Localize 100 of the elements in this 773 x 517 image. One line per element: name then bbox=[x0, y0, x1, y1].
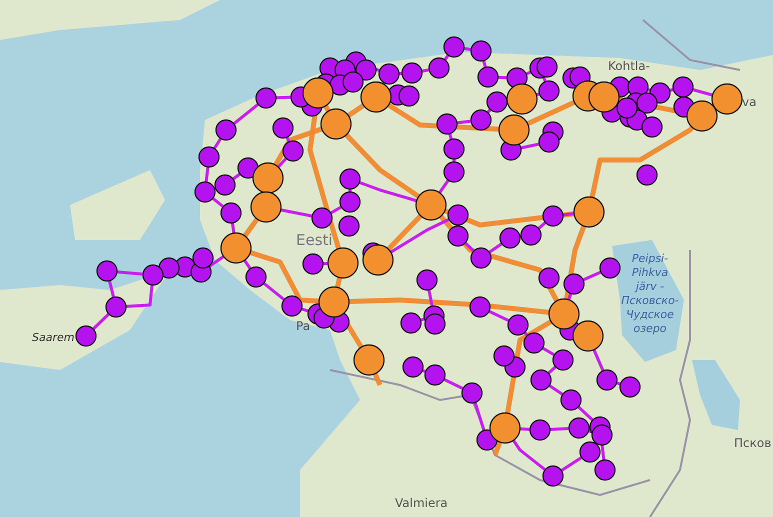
place-label: Псков bbox=[734, 436, 772, 450]
stop-marker bbox=[311, 207, 333, 229]
stop-marker bbox=[355, 59, 377, 81]
stop-marker bbox=[378, 63, 400, 85]
stop-marker bbox=[214, 174, 236, 196]
hub-marker bbox=[506, 83, 538, 115]
hub-marker bbox=[320, 108, 352, 140]
stop-marker bbox=[424, 313, 446, 335]
stop-marker bbox=[568, 417, 590, 439]
stop-marker bbox=[560, 389, 582, 411]
place-label: Peipsi- Pihkva järv - Псковско- Чудское озеро bbox=[621, 252, 679, 335]
hub-marker bbox=[362, 244, 394, 276]
hub-marker bbox=[360, 81, 392, 113]
stop-marker bbox=[339, 168, 361, 190]
stop-marker bbox=[428, 57, 450, 79]
stop-marker bbox=[158, 257, 180, 279]
hub-marker bbox=[572, 320, 604, 352]
stop-marker bbox=[198, 146, 220, 168]
place-label: Eesti bbox=[296, 231, 333, 249]
hub-marker bbox=[415, 189, 447, 221]
place-label: va bbox=[742, 95, 756, 109]
stop-marker bbox=[470, 109, 492, 131]
stop-marker bbox=[339, 191, 361, 213]
stop-marker bbox=[281, 295, 303, 317]
stop-marker bbox=[402, 356, 424, 378]
stop-marker bbox=[401, 62, 423, 84]
stop-marker bbox=[443, 36, 465, 58]
place-label: Saarem bbox=[32, 331, 74, 344]
stop-marker bbox=[400, 312, 422, 334]
stop-marker bbox=[215, 119, 237, 141]
hub-marker bbox=[220, 232, 252, 264]
stop-marker bbox=[416, 269, 438, 291]
stop-marker bbox=[220, 202, 242, 224]
stop-marker bbox=[96, 260, 118, 282]
stop-marker bbox=[523, 332, 545, 354]
stop-marker bbox=[542, 465, 564, 487]
stop-marker bbox=[542, 205, 564, 227]
hub-marker bbox=[250, 191, 282, 223]
stop-marker bbox=[424, 364, 446, 386]
stop-marker bbox=[641, 116, 663, 138]
stop-marker bbox=[447, 225, 469, 247]
stop-marker bbox=[520, 224, 542, 246]
hub-marker bbox=[252, 162, 284, 194]
stop-marker bbox=[486, 91, 508, 113]
stop-marker bbox=[563, 273, 585, 295]
stop-marker bbox=[105, 296, 127, 318]
stop-marker bbox=[616, 97, 638, 119]
stop-marker bbox=[672, 76, 694, 98]
stop-marker bbox=[447, 204, 469, 226]
stop-marker bbox=[302, 253, 324, 275]
stop-marker bbox=[461, 382, 483, 404]
stop-marker bbox=[499, 227, 521, 249]
stop-marker bbox=[443, 138, 465, 160]
hub-marker bbox=[302, 77, 334, 109]
stop-marker bbox=[194, 181, 216, 203]
stop-marker bbox=[272, 117, 294, 139]
stop-marker bbox=[436, 113, 458, 135]
stop-marker bbox=[192, 247, 214, 269]
stop-marker bbox=[398, 85, 420, 107]
stop-marker bbox=[530, 369, 552, 391]
stop-marker bbox=[538, 267, 560, 289]
stop-marker bbox=[594, 459, 616, 481]
stop-marker bbox=[469, 296, 491, 318]
hub-marker bbox=[711, 83, 743, 115]
stop-marker bbox=[579, 441, 601, 463]
stop-marker bbox=[636, 92, 658, 114]
stop-marker bbox=[493, 345, 515, 367]
place-label: Pa bbox=[296, 319, 310, 333]
stop-marker bbox=[255, 87, 277, 109]
stop-marker bbox=[552, 349, 574, 371]
stop-marker bbox=[142, 264, 164, 286]
stop-marker bbox=[619, 376, 641, 398]
stop-marker bbox=[507, 314, 529, 336]
hub-marker bbox=[353, 344, 385, 376]
place-label: Valmiera bbox=[395, 496, 448, 510]
lake-shape bbox=[692, 360, 740, 430]
hub-marker bbox=[318, 286, 350, 318]
stop-marker bbox=[237, 157, 259, 179]
hub-marker bbox=[489, 412, 521, 444]
stop-marker bbox=[470, 40, 492, 62]
stop-marker bbox=[529, 419, 551, 441]
hub-marker bbox=[588, 81, 620, 113]
stop-marker bbox=[636, 164, 658, 186]
stop-marker bbox=[477, 66, 499, 88]
stop-marker bbox=[245, 266, 267, 288]
stop-marker bbox=[443, 161, 465, 183]
stop-marker bbox=[599, 257, 621, 279]
stop-marker bbox=[470, 247, 492, 269]
stop-marker bbox=[75, 325, 97, 347]
stop-marker bbox=[591, 424, 613, 446]
place-label: Kohtla- bbox=[608, 59, 650, 73]
stop-marker bbox=[538, 80, 560, 102]
stop-marker bbox=[342, 71, 364, 93]
stop-marker bbox=[596, 369, 618, 391]
stop-marker bbox=[536, 56, 558, 78]
hub-marker bbox=[498, 114, 530, 146]
hub-marker bbox=[327, 247, 359, 279]
hub-marker bbox=[573, 196, 605, 228]
stop-marker bbox=[538, 131, 560, 153]
hub-marker bbox=[548, 298, 580, 330]
